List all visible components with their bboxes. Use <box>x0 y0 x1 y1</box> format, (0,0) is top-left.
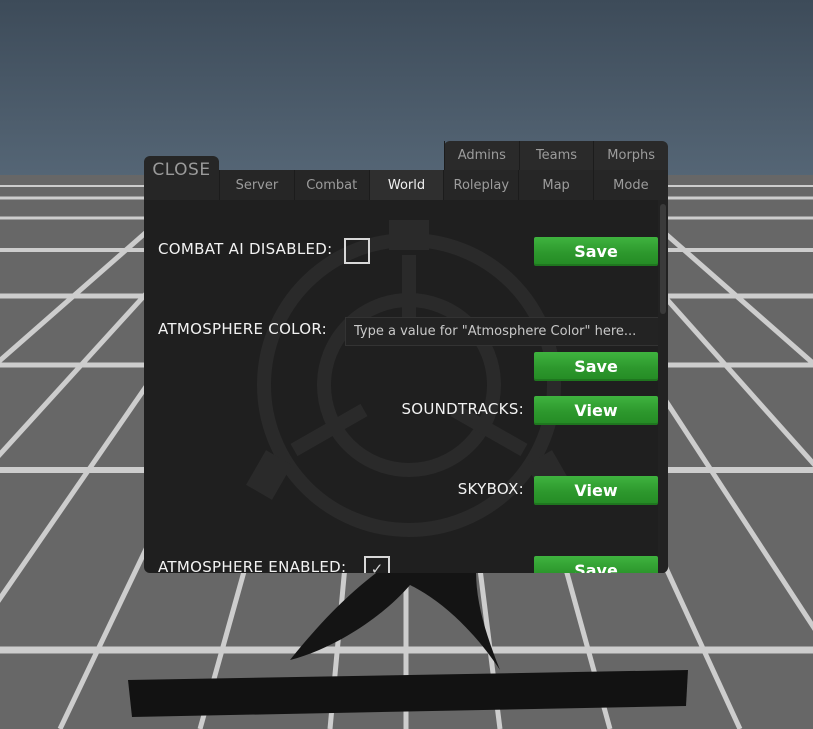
check-icon: ✓ <box>370 560 384 573</box>
tab-mode[interactable]: Mode <box>592 170 668 200</box>
soundtracks-label: SOUNDTRACKS: <box>401 400 524 418</box>
soundtracks-view-button[interactable]: View <box>534 396 658 425</box>
tab-admins[interactable]: Admins <box>444 141 519 170</box>
atmosphere-enabled-checkbox[interactable]: ✓ <box>364 556 390 573</box>
settings-panel: COMBAT AI DISABLED: Save ATMOSPHERE COLO… <box>144 200 668 573</box>
tab-row-top: Admins Teams Morphs <box>444 141 668 170</box>
atmosphere-color-save-button[interactable]: Save <box>534 352 658 381</box>
tab-server[interactable]: Server <box>219 170 294 200</box>
tab-map[interactable]: Map <box>518 170 593 200</box>
combat-ai-save-button[interactable]: Save <box>534 237 658 266</box>
tab-row-bottom: Server Combat World Roleplay Map Mode <box>219 170 668 200</box>
atmosphere-color-label: ATMOSPHERE COLOR: <box>158 320 328 338</box>
sky <box>0 0 813 185</box>
skybox-view-button[interactable]: View <box>534 476 658 505</box>
combat-ai-label: COMBAT AI DISABLED: <box>158 240 333 258</box>
scrollbar-thumb[interactable] <box>660 204 666 314</box>
close-button[interactable]: CLOSE <box>144 156 219 200</box>
atmosphere-enabled-save-button[interactable]: Save <box>534 556 658 573</box>
tab-roleplay[interactable]: Roleplay <box>443 170 518 200</box>
tab-world[interactable]: World <box>368 170 444 200</box>
atmosphere-color-input[interactable] <box>345 317 658 346</box>
skybox-label: SKYBOX: <box>457 480 524 498</box>
combat-ai-checkbox[interactable] <box>344 238 370 264</box>
tab-morphs[interactable]: Morphs <box>593 141 668 170</box>
atmosphere-enabled-label: ATMOSPHERE ENABLED: <box>158 558 347 573</box>
settings-list[interactable]: COMBAT AI DISABLED: Save ATMOSPHERE COLO… <box>144 200 658 573</box>
tab-teams[interactable]: Teams <box>518 141 594 170</box>
tab-combat[interactable]: Combat <box>293 170 369 200</box>
